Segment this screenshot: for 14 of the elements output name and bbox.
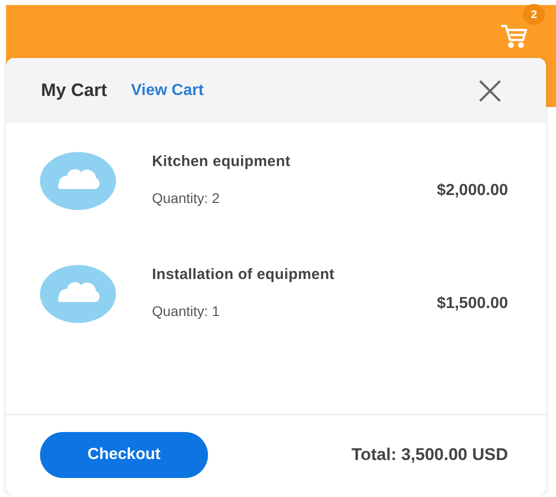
item-price: $1,500.00	[436, 295, 508, 313]
cloud-icon	[40, 265, 116, 323]
checkout-button[interactable]: Checkout	[40, 432, 208, 478]
item-quantity: Quantity: 2	[152, 190, 221, 206]
item-name: Installation of equipment	[152, 266, 336, 283]
view-cart-link[interactable]: View Cart	[131, 82, 204, 100]
item-price: $2,000.00	[436, 182, 508, 200]
cloud-icon	[40, 152, 116, 210]
close-icon[interactable]	[478, 78, 502, 102]
cart-title: My Cart	[41, 80, 108, 101]
item-quantity: Quantity: 1	[152, 303, 221, 319]
item-name: Kitchen equipment	[152, 153, 292, 170]
cart-count-badge: 2	[523, 4, 545, 25]
cart-total: Total: 3,500.00 USD	[351, 445, 508, 465]
